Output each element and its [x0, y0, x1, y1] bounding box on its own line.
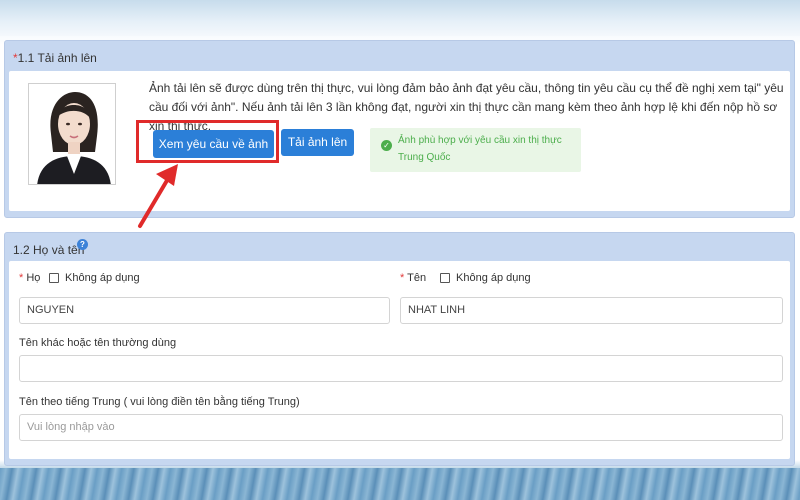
surname-not-applicable-checkbox[interactable]	[49, 273, 59, 283]
annotation-arrow-icon	[138, 164, 178, 228]
given-name-input[interactable]: NHAT LINH	[400, 297, 783, 324]
section-title-name: 1.2 Họ và tên	[13, 243, 85, 257]
required-marker: *	[400, 272, 405, 284]
photo-status-text: Ảnh phù hợp với yêu cầu xin thị thực Tru…	[398, 135, 562, 163]
background-sea	[0, 468, 800, 500]
surname-input[interactable]: NGUYEN	[19, 297, 390, 324]
chinese-name-label: Tên theo tiếng Trung ( vui lòng điền tên…	[19, 396, 300, 408]
check-circle-icon: ✓	[381, 140, 392, 151]
background-sky	[0, 0, 800, 36]
surname-not-applicable-label[interactable]: Không áp dụng	[65, 272, 140, 284]
given-name-not-applicable-label[interactable]: Không áp dụng	[456, 272, 531, 284]
question-circle-icon[interactable]: ?	[77, 239, 88, 250]
upload-photo-button[interactable]: Tải ảnh lên	[281, 129, 354, 156]
section-title-photo: *1.1 Tải ảnh lên	[13, 51, 97, 65]
photo-status-message: ✓ Ảnh phù hợp với yêu cầu xin thị thực T…	[370, 128, 581, 172]
surname-label: * Họ	[19, 272, 41, 284]
portrait-image	[29, 84, 115, 184]
required-marker: *	[19, 272, 24, 284]
other-names-label: Tên khác hoặc tên thường dùng	[19, 337, 177, 349]
name-section: 1.2 Họ và tên ? * Họ Không áp dụng NGUYE…	[4, 232, 795, 466]
view-photo-requirements-button[interactable]: Xem yêu cầu về ảnh	[153, 130, 274, 158]
given-name-not-applicable-checkbox[interactable]	[440, 273, 450, 283]
photo-upload-body: Ảnh tải lên sẽ được dùng trên thị thực, …	[9, 71, 790, 211]
photo-upload-section: *1.1 Tải ảnh lên Ảnh tải lên sẽ được dùn…	[4, 40, 795, 218]
chinese-name-input[interactable]: Vui lòng nhập vào	[19, 414, 783, 441]
other-names-input[interactable]	[19, 355, 783, 382]
name-section-body: * Họ Không áp dụng NGUYEN * Tên Không áp…	[9, 261, 790, 459]
applicant-photo	[28, 83, 116, 185]
given-name-label: * Tên	[400, 272, 427, 284]
